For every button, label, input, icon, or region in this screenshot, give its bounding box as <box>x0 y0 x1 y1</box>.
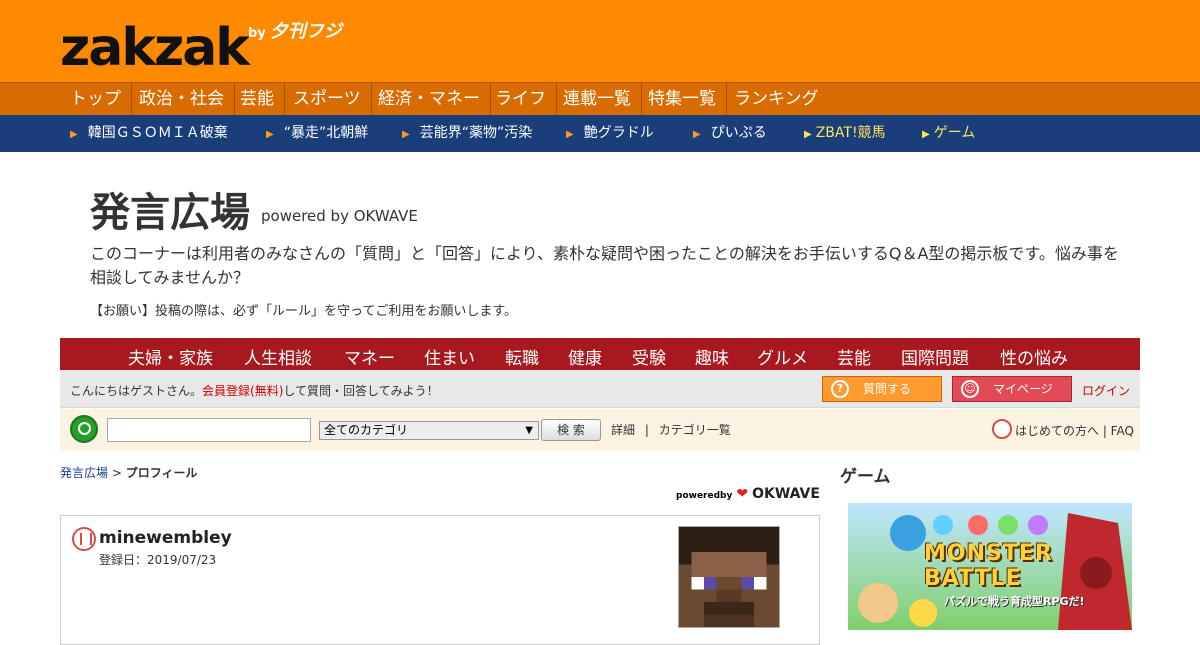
greeting-suffix: して質問・回答してみよう！ <box>283 384 439 398</box>
topic-north-korea[interactable]: ▶ “暴走”北朝鮮 <box>266 115 368 152</box>
topic-zbat[interactable]: ▶ ZBAT!競馬 <box>804 115 886 152</box>
topic-label: “暴走”北朝鮮 <box>283 125 369 141</box>
user-icon <box>72 527 96 551</box>
topic-label: 艶グラドル <box>583 125 654 141</box>
zakzak-logo[interactable]: zakzak <box>60 22 250 74</box>
triangle-icon: ▶ <box>402 129 410 140</box>
triangle-icon: ▶ <box>566 129 574 140</box>
search-links: 詳細 | カテゴリ一覧 <box>611 421 731 438</box>
smile-icon: ☺ <box>961 380 979 398</box>
category-job[interactable]: 転職 <box>505 344 539 369</box>
breadcrumb-separator: > <box>111 466 122 480</box>
avatar <box>678 526 780 628</box>
nav-item-series[interactable]: 連載一覧 <box>553 83 642 115</box>
topic-label: 韓国ＧＳＯＭＩＡ破棄 <box>87 125 228 141</box>
search-icon <box>70 415 98 443</box>
nav-item-life[interactable]: ライフ <box>485 83 557 115</box>
intro-text: このコーナーは利用者のみなさんの「質問」と「回答」により、素朴な疑問や困ったこと… <box>90 244 1119 287</box>
game-banner-subtitle: パズルで戦う育成型RPGだ! <box>944 595 1085 608</box>
topic-label: ZBAT!競馬 <box>815 125 886 141</box>
beginner-icon <box>992 419 1012 439</box>
category-hobby[interactable]: 趣味 <box>695 344 729 369</box>
search-button[interactable]: 検 索 <box>541 419 601 441</box>
topic-game[interactable]: ▶ ゲーム <box>922 115 975 152</box>
mypage-label: マイページ <box>993 382 1053 396</box>
triangle-icon: ▶ <box>693 129 701 140</box>
topic-label: ゲーム <box>933 125 976 141</box>
category-housing[interactable]: 住まい <box>424 344 475 369</box>
okwave-badge: poweredby ❤ OKWAVE <box>676 486 820 502</box>
topic-drugs[interactable]: ▶ 芸能界“薬物”汚染 <box>402 115 532 152</box>
greeting-bar: こんにちはゲストさん。会員登録(無料)して質問・回答してみよう！ ? 質問する … <box>60 370 1140 408</box>
triangle-icon: ▶ <box>922 129 930 140</box>
heart-icon: ❤ <box>736 486 749 502</box>
category-sex[interactable]: 性の悩み <box>1000 344 1068 369</box>
greeting-text: こんにちはゲストさん。会員登録(無料)して質問・回答してみよう！ <box>70 382 439 399</box>
help-links[interactable]: はじめての方へ | FAQ <box>1015 422 1134 439</box>
byline-by: by <box>248 26 266 41</box>
byline: by 夕刊フジ <box>248 17 342 43</box>
category-health[interactable]: 健康 <box>568 344 602 369</box>
site-header: zakzak by 夕刊フジ <box>0 0 1200 82</box>
category-exam[interactable]: 受験 <box>632 344 666 369</box>
nav-item-top[interactable]: トップ <box>60 83 132 115</box>
nav-item-features[interactable]: 特集一覧 <box>638 83 727 115</box>
notice-text: 【お願い】投稿の際は、必ず「ルール」を守ってご利用をお願いします。 <box>90 304 518 319</box>
question-icon: ? <box>831 380 849 398</box>
game-banner-title: MONSTER BATTLE <box>924 541 1053 591</box>
profile-registered-date: 登録日：2019/07/23 <box>99 553 217 567</box>
search-bar: 全てのカテゴリ ▼ 検 索 詳細 | カテゴリ一覧 はじめての方へ | FAQ <box>60 409 1140 451</box>
ask-question-button[interactable]: ? 質問する <box>822 376 942 402</box>
nav-item-politics[interactable]: 政治・社会 <box>129 83 235 115</box>
nav-item-entertainment[interactable]: 芸能 <box>230 83 285 115</box>
category-select-value: 全てのカテゴリ <box>324 423 409 437</box>
okwave-brand: OKWAVE <box>752 486 820 502</box>
page-title: 発言広場 <box>90 190 250 236</box>
greeting-prefix: こんにちはゲストさん。 <box>70 384 203 398</box>
category-list-link[interactable]: カテゴリ一覧 <box>659 423 731 437</box>
topic-gravure[interactable]: ▶ 艶グラドル <box>566 115 654 152</box>
category-family[interactable]: 夫婦・家族 <box>128 344 213 369</box>
category-select[interactable]: 全てのカテゴリ ▼ <box>319 421 539 440</box>
triangle-icon: ▶ <box>266 129 274 140</box>
ask-question-label: 質問する <box>863 382 912 396</box>
nav-item-ranking[interactable]: ランキング <box>724 83 829 115</box>
category-entertainment[interactable]: 芸能 <box>837 344 871 369</box>
triangle-icon: ▶ <box>804 129 812 140</box>
mypage-button[interactable]: ☺ マイページ <box>952 376 1072 402</box>
triangle-icon: ▶ <box>70 129 78 140</box>
register-link[interactable]: 会員登録(無料) <box>202 384 283 398</box>
category-gourmet[interactable]: グルメ <box>757 344 808 369</box>
link-separator: | <box>644 423 649 437</box>
topic-label: 芸能界“薬物”汚染 <box>419 125 533 141</box>
nav-item-economy[interactable]: 経済・マネー <box>368 83 491 115</box>
category-life-advice[interactable]: 人生相談 <box>244 344 312 369</box>
profile-card: minewembley 登録日：2019/07/23 <box>60 515 820 645</box>
category-bar: 夫婦・家族 人生相談 マネー 住まい 転職 健康 受験 趣味 グルメ 芸能 国際… <box>60 338 1140 370</box>
topic-gsomia[interactable]: ▶ 韓国ＧＳＯＭＩＡ破棄 <box>70 115 228 152</box>
sidebar-title: ゲーム <box>840 467 891 487</box>
nav-item-sports[interactable]: スポーツ <box>283 83 372 115</box>
main-nav: トップ 政治・社会 芸能 スポーツ 経済・マネー ライフ 連載一覧 特集一覧 ラ… <box>0 82 1200 115</box>
topic-nav: ▶ 韓国ＧＳＯＭＩＡ破棄 ▶ “暴走”北朝鮮 ▶ 芸能界“薬物”汚染 ▶ 艶グラドル ▶… <box>0 115 1200 152</box>
brand-name: 夕刊フジ <box>269 21 342 42</box>
powered-by: powered by OKWAVE <box>261 207 418 225</box>
breadcrumb-root-link[interactable]: 発言広場 <box>60 466 108 480</box>
category-international[interactable]: 国際問題 <box>901 344 969 369</box>
detail-search-link[interactable]: 詳細 <box>611 423 635 437</box>
profile-username: minewembley <box>99 528 232 548</box>
breadcrumb-current: プロフィール <box>125 466 198 480</box>
category-money[interactable]: マネー <box>344 344 395 369</box>
dropdown-arrow-icon: ▼ <box>525 425 533 436</box>
game-banner[interactable]: MONSTER BATTLE パズルで戦う育成型RPGだ! <box>848 503 1132 630</box>
search-input[interactable] <box>107 418 311 442</box>
okwave-powered-text: poweredby <box>676 491 733 501</box>
topic-label: ぴいぷる <box>710 125 767 141</box>
login-link[interactable]: ログイン <box>1082 382 1130 399</box>
breadcrumb: 発言広場 > プロフィール <box>60 464 198 481</box>
topic-people[interactable]: ▶ ぴいぷる <box>693 115 767 152</box>
